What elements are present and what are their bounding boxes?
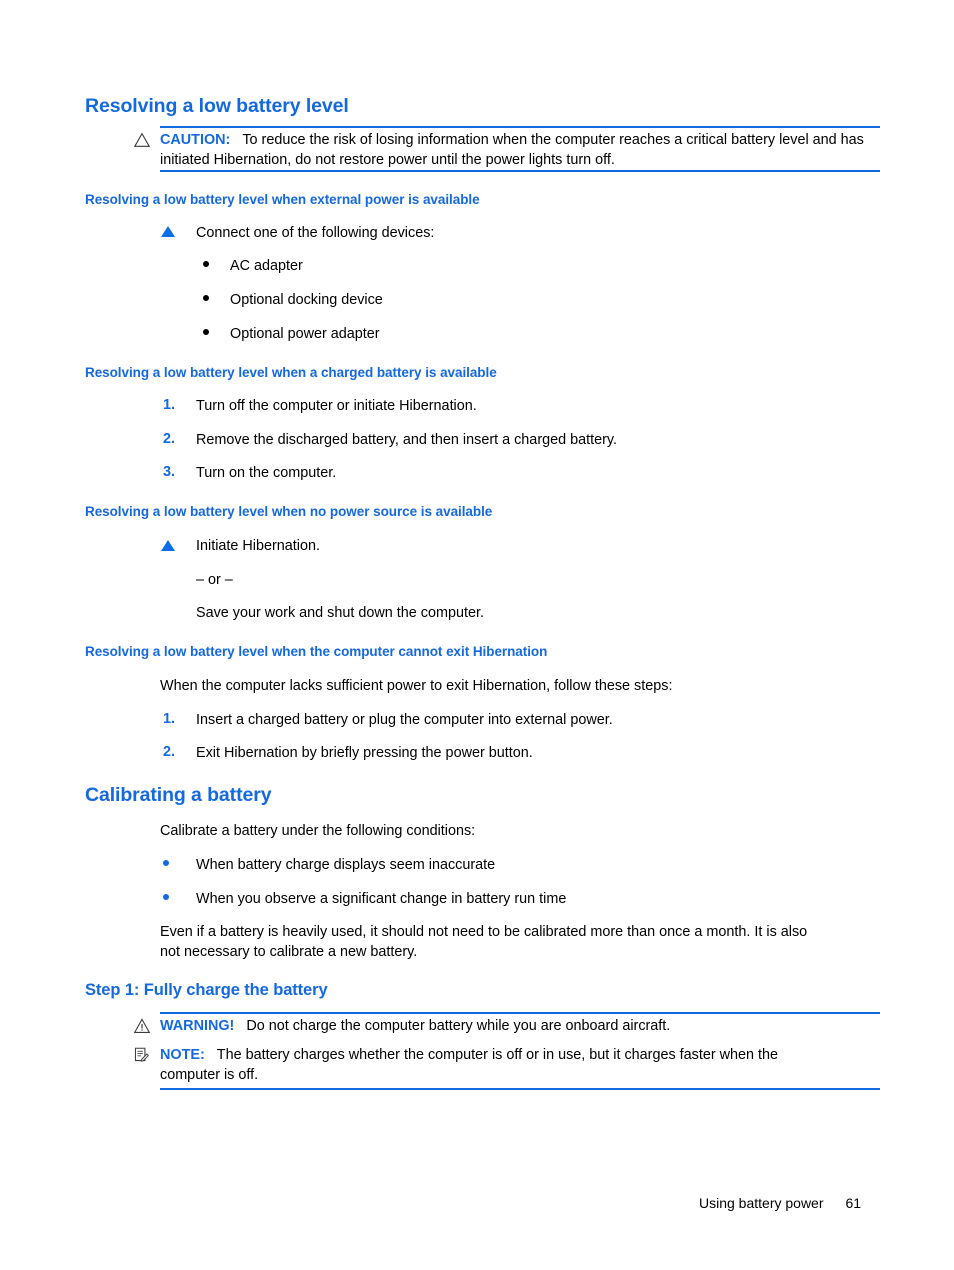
caution-admonition: CAUTION: To reduce the risk of losing in… [133, 126, 882, 172]
warning-label: WARNING! [160, 1018, 235, 1034]
subsection-heading-charged-battery: Resolving a low battery level when a cha… [85, 365, 497, 380]
subsection-heading-step-1: Step 1: Fully charge the battery [85, 981, 328, 999]
subsection-heading-cannot-exit-hibernation: Resolving a low battery level when the c… [85, 644, 548, 659]
page-title: Resolving a low battery level [85, 95, 349, 117]
step-text-initiate-hibernation: Initiate Hibernation. [196, 538, 320, 554]
document-page: Resolving a low battery level CAUTION: T… [0, 0, 954, 1270]
subsection-heading-external-power: Resolving a low battery level when exter… [85, 192, 480, 207]
note-label: NOTE: [160, 1047, 205, 1063]
caution-text: To reduce the risk of losing information… [160, 132, 864, 168]
blue-triangle-bullet-icon [161, 540, 175, 551]
note-text-line2: computer is off. [160, 1067, 259, 1083]
calibrating-outro-line2: not necessary to calibrate a new battery… [160, 944, 418, 960]
bullet-icon [203, 329, 209, 335]
caution-triangle-icon [133, 132, 151, 147]
note-text-line1: The battery charges whether the computer… [216, 1047, 779, 1063]
bullet-icon [163, 860, 169, 866]
list-number: 2. [163, 744, 176, 760]
footer-page-number: 61 [845, 1195, 862, 1211]
list-item: Exit Hibernation by briefly pressing the… [196, 745, 533, 761]
list-item: Insert a charged battery or plug the com… [196, 712, 613, 728]
list-item: Remove the discharged battery, and then … [196, 432, 618, 448]
or-separator: – or – [196, 572, 233, 588]
list-number: 3. [163, 464, 176, 480]
step1-top-rule [160, 1012, 880, 1014]
subsection-heading-no-power-source: Resolving a low battery level when no po… [85, 504, 493, 519]
caution-label: CAUTION: [160, 132, 231, 148]
list-item: Turn on the computer. [196, 465, 337, 481]
caution-top-rule [160, 126, 880, 128]
warning-body: WARNING! Do not charge the computer batt… [160, 1017, 882, 1037]
page-footer: Using battery power 61 [699, 1195, 861, 1211]
warning-text: Do not charge the computer battery while… [246, 1018, 671, 1034]
blue-triangle-bullet-icon [161, 226, 175, 237]
list-item: Optional power adapter [230, 326, 380, 342]
step-text-connect-devices: Connect one of the following devices: [196, 225, 435, 241]
step1-bottom-rule [160, 1088, 880, 1090]
list-item: When you observe a significant change in… [196, 891, 567, 907]
note-page-pencil-icon [134, 1047, 149, 1062]
list-item: AC adapter [230, 258, 303, 274]
caution-bottom-rule [160, 170, 880, 172]
list-item: Optional docking device [230, 292, 383, 308]
calibrating-intro: Calibrate a battery under the following … [160, 823, 476, 839]
section-heading-calibrating-a-battery: Calibrating a battery [85, 784, 272, 806]
bullet-icon [203, 261, 209, 267]
note-body: NOTE: The battery charges whether the co… [160, 1046, 882, 1066]
list-item: Turn off the computer or initiate Hibern… [196, 398, 477, 414]
note-text-line2-wrap: computer is off. [160, 1066, 882, 1086]
subsection-intro: When the computer lacks sufficient power… [160, 678, 673, 694]
alternative-step-text: Save your work and shut down the compute… [196, 605, 484, 621]
warning-triangle-icon [133, 1018, 151, 1033]
calibrating-outro-line1: Even if a battery is heavily used, it sh… [160, 924, 808, 940]
footer-chapter-title: Using battery power [699, 1195, 824, 1211]
step1-admonition-block: WARNING! Do not charge the computer batt… [133, 1012, 882, 1090]
list-item: When battery charge displays seem inaccu… [196, 857, 496, 873]
list-number: 1. [163, 711, 176, 727]
bullet-icon [203, 295, 209, 301]
bullet-icon [163, 894, 169, 900]
caution-body: CAUTION: To reduce the risk of losing in… [160, 131, 882, 170]
list-number: 1. [163, 397, 176, 413]
list-number: 2. [163, 431, 176, 447]
